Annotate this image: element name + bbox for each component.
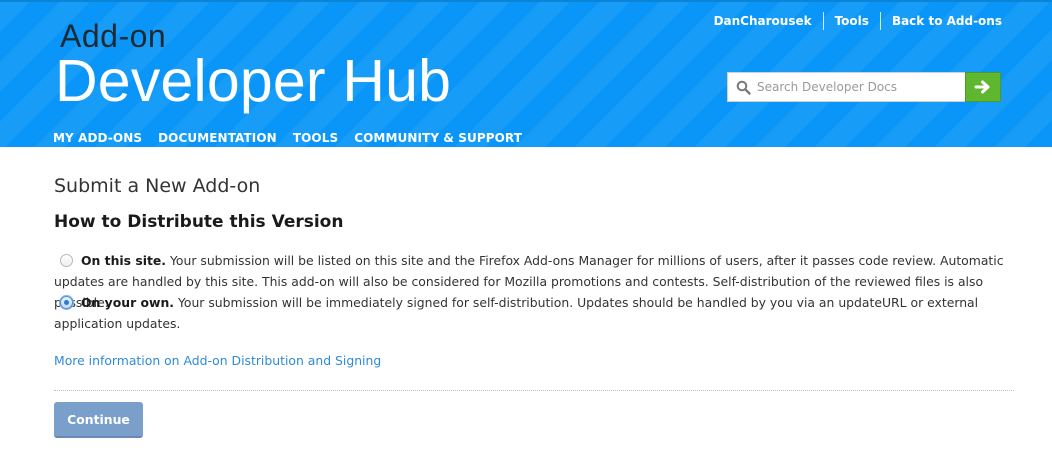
site-header: Add-on Developer Hub DanCharousek Tools … <box>0 0 1052 147</box>
search-box <box>727 72 965 102</box>
radio-on-this-site[interactable] <box>60 254 73 267</box>
main-nav: MY ADD-ONS DOCUMENTATION TOOLS COMMUNITY… <box>53 131 538 145</box>
section-title: How to Distribute this Version <box>54 212 344 232</box>
nav-tools[interactable]: TOOLS <box>293 131 338 145</box>
nav-my-addons[interactable]: MY ADD-ONS <box>53 131 142 145</box>
search-input[interactable] <box>757 80 957 94</box>
search-form <box>727 72 1001 102</box>
page-title: Submit a New Add-on <box>54 175 261 197</box>
radio-on-your-own[interactable] <box>60 296 73 309</box>
search-submit-button[interactable] <box>965 72 1001 102</box>
logo-developer-hub-text[interactable]: Developer Hub <box>55 46 451 116</box>
option-label: On this site. <box>81 253 167 268</box>
option-description: Your submission will be immediately sign… <box>54 295 979 331</box>
tools-link[interactable]: Tools <box>824 12 880 30</box>
back-to-addons-link[interactable]: Back to Add-ons <box>881 12 1002 30</box>
distribution-option-on-your-own[interactable]: On your own. Your submission will be imm… <box>54 292 1014 334</box>
search-icon <box>736 80 751 95</box>
continue-button[interactable]: Continue <box>54 402 143 438</box>
top-links: DanCharousek Tools Back to Add-ons <box>703 12 1002 30</box>
option-label: On your own. <box>81 295 174 310</box>
nav-documentation[interactable]: DOCUMENTATION <box>158 131 277 145</box>
divider <box>54 390 1014 391</box>
user-profile-link[interactable]: DanCharousek <box>703 12 823 30</box>
nav-community-support[interactable]: COMMUNITY & SUPPORT <box>354 131 522 145</box>
distribution-info-link[interactable]: More information on Add-on Distribution … <box>54 353 381 368</box>
arrow-right-icon <box>974 80 990 94</box>
